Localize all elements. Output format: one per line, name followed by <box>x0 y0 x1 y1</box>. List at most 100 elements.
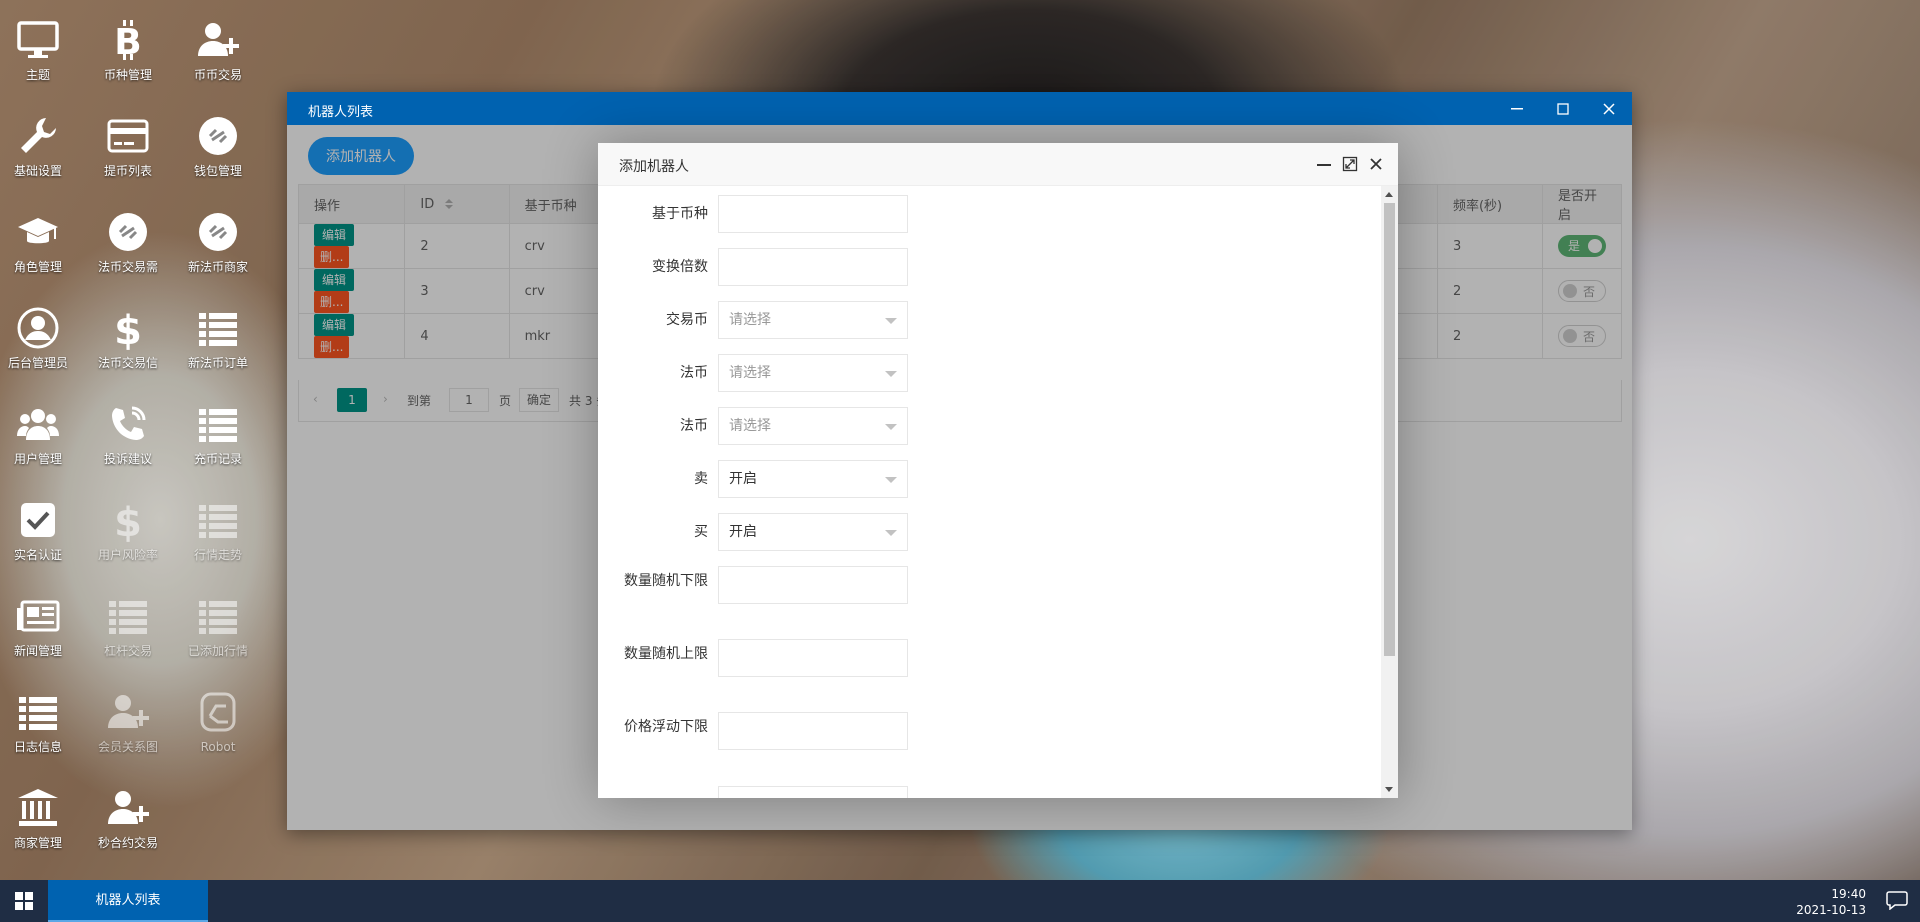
desktop-icon-grid: 主题 基础设置 角色管理 后台管理员 用户管理 实名认证 新闻管理 日志信息 商… <box>0 0 270 880</box>
desktop-icon-robot[interactable]: Robot <box>175 672 261 762</box>
list-icon <box>199 505 237 538</box>
minimize-button[interactable] <box>1494 92 1540 125</box>
scroll-down-icon[interactable] <box>1385 787 1393 792</box>
monitor-icon <box>17 21 59 58</box>
minimize-icon <box>1317 164 1331 166</box>
link-circle-icon <box>199 213 237 251</box>
checkbox-icon <box>21 503 55 537</box>
dollar-icon: $ <box>114 500 142 542</box>
qty-random-min-input[interactable] <box>718 566 908 604</box>
desktop-icon-basic-settings[interactable]: 基础设置 <box>0 96 81 186</box>
list-icon <box>19 697 57 730</box>
desktop-icon-currency-management[interactable]: B 币种管理 <box>85 0 171 90</box>
window-title: 机器人列表 <box>308 105 374 120</box>
list-icon <box>109 601 147 634</box>
chevron-down-icon <box>885 424 897 430</box>
desktop-icon-merchant[interactable]: 商家管理 <box>0 768 81 858</box>
user-circle-icon <box>17 307 59 349</box>
maximize-icon <box>1557 102 1569 115</box>
fiat-select-2[interactable]: 请选择 <box>718 407 908 445</box>
desktop-icon-fiat-info[interactable]: $ 法币交易信 <box>85 288 171 378</box>
dialog-minimize-button[interactable] <box>1314 154 1334 174</box>
link-circle-icon <box>109 213 147 251</box>
close-button[interactable] <box>1586 92 1632 125</box>
link-circle-icon <box>199 117 237 155</box>
price-float-min-input[interactable] <box>718 712 908 750</box>
desktop-icon-new-fiat-orders[interactable]: 新法币订单 <box>175 288 261 378</box>
user-plus-icon <box>108 695 149 728</box>
dialog-maximize-button[interactable] <box>1340 154 1360 174</box>
list-icon <box>199 409 237 442</box>
desktop-icon-market-trend[interactable]: 行情走势 <box>175 480 261 570</box>
desktop-icon-coin-trading[interactable]: 币币交易 <box>175 0 261 90</box>
clock-time: 19:40 <box>1831 887 1866 901</box>
desktop-icon-deposits[interactable]: 充币记录 <box>175 384 261 474</box>
svg-text:$: $ <box>114 308 142 350</box>
dialog-close-button[interactable] <box>1366 154 1386 174</box>
desktop-icon-new-fiat-merchant[interactable]: 新法币商家 <box>175 192 261 282</box>
phone-icon <box>112 406 146 440</box>
taskbar-item-robot-list[interactable]: 机器人列表 <box>48 880 208 922</box>
svg-text:B: B <box>114 22 141 62</box>
list-icon <box>199 313 237 346</box>
desktop-icon-user-management[interactable]: 用户管理 <box>0 384 81 474</box>
user-plus-icon <box>198 23 239 56</box>
notification-button[interactable] <box>1886 890 1910 912</box>
bank-icon <box>18 789 58 826</box>
desktop-icon-withdraw-list[interactable]: 提币列表 <box>85 96 171 186</box>
multiplier-input[interactable] <box>718 248 908 286</box>
taskbar-clock[interactable]: 19:40 2021-10-13 <box>1796 886 1866 918</box>
desktop-icon-leverage[interactable]: 杠杆交易 <box>85 576 171 666</box>
desktop-icon-role-management[interactable]: 角色管理 <box>0 192 81 282</box>
user-plus-icon <box>108 791 149 824</box>
close-icon <box>1370 158 1382 170</box>
list-icon <box>199 601 237 634</box>
minimize-icon <box>1511 107 1523 109</box>
maximize-button[interactable] <box>1540 92 1586 125</box>
desktop-icon-logs[interactable]: 日志信息 <box>0 672 81 762</box>
desktop-icon-theme[interactable]: 主题 <box>0 0 81 90</box>
fiat-select-1[interactable]: 请选择 <box>718 354 908 392</box>
desktop-icon-user-risk[interactable]: $ 用户风险率 <box>85 480 171 570</box>
close-icon <box>1603 102 1615 115</box>
chevron-down-icon <box>885 530 897 536</box>
graduation-cap-icon <box>18 218 58 244</box>
newspaper-icon <box>17 600 60 632</box>
scroll-up-icon[interactable] <box>1385 192 1393 197</box>
chevron-down-icon <box>885 318 897 324</box>
sell-select[interactable]: 开启 <box>718 460 908 498</box>
wrench-icon <box>21 118 56 153</box>
credit-card-icon <box>107 119 149 153</box>
add-robot-dialog: 添加机器人 基于币种 变换倍数 交易币 请选择 法币 请选择 法币 请选择 卖 … <box>598 143 1398 798</box>
chevron-down-icon <box>885 371 897 377</box>
dialog-header[interactable]: 添加机器人 <box>598 143 1398 186</box>
next-field-input[interactable] <box>718 786 908 798</box>
qty-random-max-input[interactable] <box>718 639 908 677</box>
svg-text:$: $ <box>114 500 142 542</box>
desktop-icon-added-markets[interactable]: 已添加行情 <box>175 576 261 666</box>
buy-select[interactable]: 开启 <box>718 513 908 551</box>
desktop-icon-news[interactable]: 新闻管理 <box>0 576 81 666</box>
bitcoin-icon: B <box>114 20 142 62</box>
users-icon <box>17 409 59 440</box>
start-button[interactable] <box>0 880 48 922</box>
desktop-icon-fiat-demand[interactable]: 法币交易需 <box>85 192 171 282</box>
desktop-icon-complaints[interactable]: 投诉建议 <box>85 384 171 474</box>
dialog-title: 添加机器人 <box>619 159 689 175</box>
desktop-icon-wallet[interactable]: 钱包管理 <box>175 96 261 186</box>
scrollbar-thumb[interactable] <box>1384 203 1395 656</box>
dollar-icon: $ <box>114 308 142 350</box>
window-title-bar[interactable]: 机器人列表 <box>287 92 1632 125</box>
desktop-icon-second-contract[interactable]: 秒合约交易 <box>85 768 171 858</box>
chevron-down-icon <box>885 477 897 483</box>
trade-coin-select[interactable]: 请选择 <box>718 301 908 339</box>
desktop-icon-member-graph[interactable]: 会员关系图 <box>85 672 171 762</box>
hand-icon <box>200 692 236 732</box>
desktop-icon-kyc[interactable]: 实名认证 <box>0 480 81 570</box>
desktop-icon-admin[interactable]: 后台管理员 <box>0 288 81 378</box>
clock-date: 2021-10-13 <box>1796 903 1866 917</box>
maximize-icon <box>1342 156 1358 172</box>
base-currency-input[interactable] <box>718 195 908 233</box>
dialog-scrollbar[interactable] <box>1381 186 1398 798</box>
chat-bubble-icon <box>1886 891 1908 911</box>
